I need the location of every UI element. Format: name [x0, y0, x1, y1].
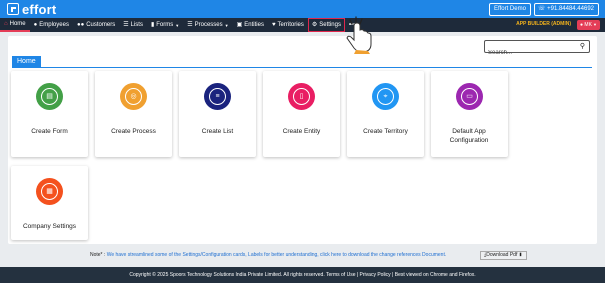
nav-forms-label: Forms — [156, 22, 174, 28]
form-icon: ▤ — [36, 83, 63, 110]
chevron-down-icon: ▼ — [175, 22, 180, 28]
card-create-form[interactable]: ▤ Create Form — [11, 71, 88, 157]
nav-home-label: Home — [9, 21, 26, 27]
list-icon: ☰ — [123, 22, 129, 28]
card-label: Create Process — [111, 128, 156, 135]
info-note: Note* : We have streamlined some of the … — [90, 252, 446, 258]
user-icon: ● — [33, 22, 38, 28]
entity-icon: ▯ — [288, 83, 315, 110]
card-default-app-configuration[interactable]: ▭ Default App Configuration — [431, 71, 508, 157]
card-create-list[interactable]: ≡ Create List — [179, 71, 256, 157]
nav-entities-label: Entities — [244, 22, 264, 28]
chevron-down-icon: ▼ — [224, 22, 229, 28]
app-builder-label[interactable]: APP BUILDER (ADMIN) — [516, 21, 571, 27]
nav-customers-label: Customers — [86, 22, 116, 28]
process-icon: ◎ — [120, 83, 147, 110]
card-create-process[interactable]: ◎ Create Process — [95, 71, 172, 157]
section-title: Home — [12, 56, 41, 67]
nav-processes[interactable]: ☰ Processes ▼ — [183, 18, 232, 32]
gears-icon: ⚙ — [311, 22, 318, 28]
support-phone-button[interactable]: ☏ +91.84484.44692 — [533, 3, 599, 16]
list-icon: ≡ — [204, 83, 231, 110]
pointer-hand-icon — [346, 16, 372, 54]
card-create-entity[interactable]: ▯ Create Entity — [263, 71, 340, 157]
file-icon: ▮ — [517, 252, 523, 258]
config-icon: ▭ — [456, 83, 483, 110]
section-divider — [12, 67, 592, 68]
logo-mark-icon — [7, 3, 19, 15]
brand-logo[interactable]: effort — [7, 1, 57, 17]
card-label: Company Settings — [22, 223, 77, 230]
header-actions: Effort Demo ☏ +91.84484.44692 — [489, 3, 599, 16]
nav-lists-label: Lists — [130, 22, 143, 28]
user-initials: MK — [584, 22, 592, 28]
map-pin-icon: ♥ — [271, 22, 276, 28]
main-content: ⚲ Home ▤ Create Form ◎ Create Process ≡ … — [8, 36, 597, 244]
headset-icon: ☏ — [537, 6, 548, 12]
menu-icon: ☰ — [187, 22, 193, 28]
nav-customers[interactable]: ●● Customers — [73, 18, 119, 32]
user-menu-button[interactable]: ● MK ▼ — [577, 20, 600, 30]
top-header: effort Effort Demo ☏ +91.84484.44692 — [0, 0, 605, 18]
nav-lists[interactable]: ☰ Lists — [119, 18, 147, 32]
note-prefix: Note* : — [90, 252, 106, 258]
territory-icon: ⌖ — [372, 83, 399, 110]
note-text-link[interactable]: We have streamlined some of the Settings… — [107, 252, 447, 258]
card-label: Create Territory — [363, 128, 408, 135]
nav-settings-label: Settings — [319, 22, 341, 28]
file-icon: ▮ — [150, 22, 155, 28]
nav-territories[interactable]: ♥ Territories — [268, 18, 308, 32]
card-label: Default App Configuration — [449, 128, 489, 144]
search-box[interactable]: ⚲ — [484, 40, 590, 59]
nav-forms[interactable]: ▮ Forms ▼ — [147, 18, 183, 32]
card-label: Create Entity — [282, 128, 321, 135]
chevron-down-icon: ▼ — [591, 22, 597, 27]
download-pdf-button[interactable]: ⤓Download Pdf ▮ — [480, 251, 527, 260]
entity-icon: ▣ — [236, 22, 243, 28]
home-icon: ⌂ — [4, 21, 8, 27]
card-company-settings[interactable]: ▦ Company Settings — [11, 166, 88, 240]
settings-icon: ▦ — [36, 178, 63, 205]
card-label: Create Form — [31, 128, 68, 135]
card-label: Create List — [201, 128, 234, 135]
nav-entities[interactable]: ▣ Entities — [233, 18, 268, 32]
main-navbar: ⌂ Home ● Employees ●● Customers ☰ Lists ▮ For… — [0, 18, 605, 32]
search-input[interactable] — [485, 47, 575, 59]
page-footer: Copyright © 2025 Spoors Technology Solut… — [0, 267, 605, 283]
brand-name: effort — [22, 1, 57, 17]
search-icon[interactable]: ⚲ — [580, 42, 585, 50]
download-pdf-label: Download Pdf — [486, 252, 518, 258]
nav-home[interactable]: ⌂ Home — [0, 18, 30, 32]
support-phone-number: +91.84484.44692 — [547, 6, 594, 12]
nav-employees[interactable]: ● Employees — [30, 18, 73, 32]
effort-demo-button[interactable]: Effort Demo — [489, 3, 531, 16]
nav-territories-label: Territories — [277, 22, 304, 28]
card-create-territory[interactable]: ⌖ Create Territory — [347, 71, 424, 157]
users-icon: ●● — [76, 22, 85, 28]
nav-processes-label: Processes — [194, 22, 223, 28]
nav-employees-label: Employees — [39, 22, 69, 28]
